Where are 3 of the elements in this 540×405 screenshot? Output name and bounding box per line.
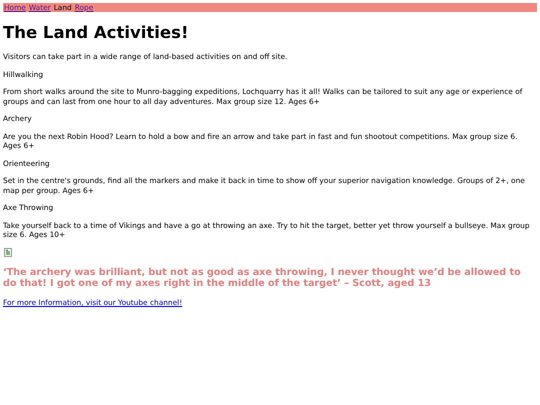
broken-image-icon xyxy=(4,248,12,256)
testimonial-quote: ‘The archery was brilliant, but not as good as axe throwing, I never thought we’d be allowed to do that! I got one of my axes right in the middle of the target’ – Scott, aged 13 xyxy=(3,266,522,288)
page-title: The Land Activities! xyxy=(3,23,190,42)
